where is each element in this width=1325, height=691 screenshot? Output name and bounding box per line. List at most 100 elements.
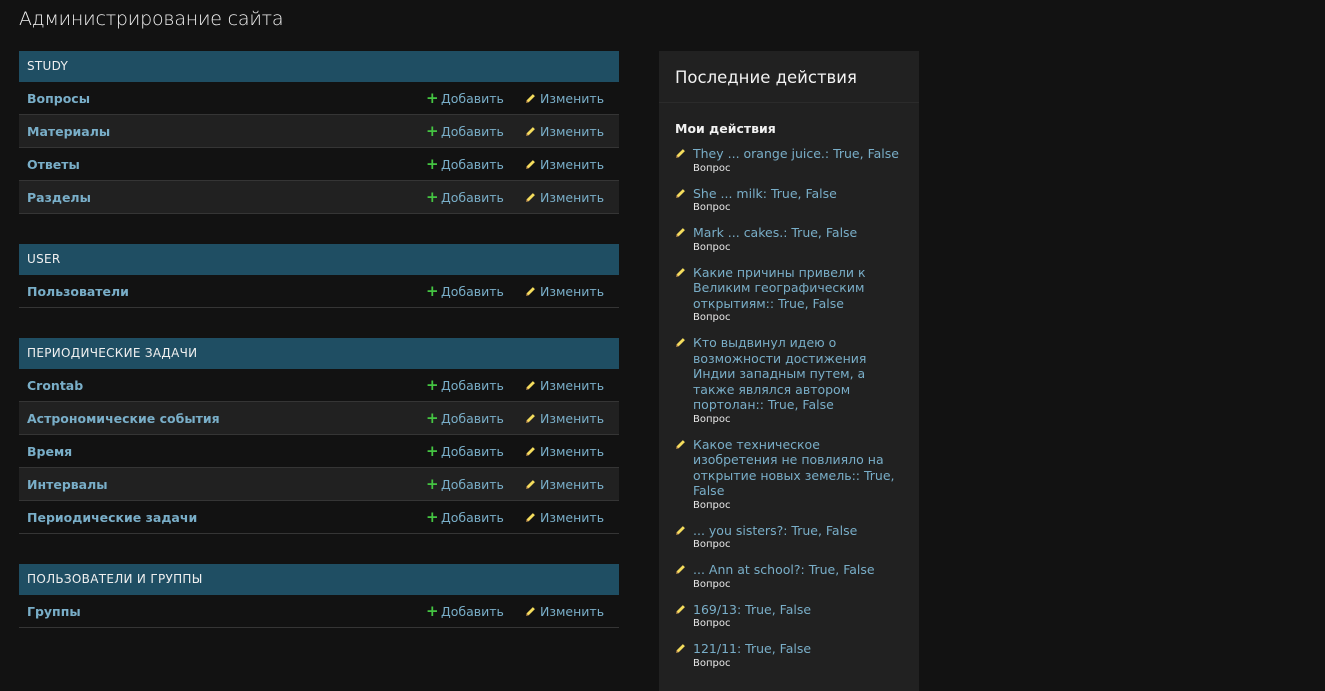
action-link[interactable]: 169/13: True, False <box>693 602 903 618</box>
pencil-icon <box>526 286 535 296</box>
add-button[interactable]: + Добавить <box>426 444 504 459</box>
model-row: Группы + Добавить Изменить <box>19 595 619 628</box>
change-button[interactable]: Изменить <box>525 91 604 106</box>
action-type: Вопрос <box>693 241 731 253</box>
change-button[interactable]: Изменить <box>525 124 604 139</box>
add-button[interactable]: + Добавить <box>426 477 504 492</box>
action-link[interactable]: Mark ... cakes.: True, False <box>693 225 903 241</box>
change-label: Изменить <box>540 410 605 426</box>
pencil-icon <box>526 93 535 103</box>
add-button[interactable]: + Добавить <box>426 284 504 299</box>
plus-icon: + <box>426 122 439 140</box>
model-link[interactable]: Время <box>27 444 72 459</box>
add-label: Добавить <box>441 123 504 139</box>
module-caption[interactable]: ПОЛЬЗОВАТЕЛИ И ГРУППЫ <box>19 564 619 595</box>
model-link[interactable]: Вопросы <box>27 91 90 106</box>
add-button[interactable]: + Добавить <box>426 411 504 426</box>
action-type: Вопрос <box>693 618 731 629</box>
my-actions-heading: Мои действия <box>675 121 776 136</box>
action-item: Какие причины привели к Великим географи… <box>675 265 903 323</box>
module-study: STUDY Вопросы + Добавить Изменить Материа… <box>19 51 619 214</box>
add-button[interactable]: + Добавить <box>426 124 504 139</box>
change-label: Изменить <box>540 156 605 172</box>
action-item: 121/11: True, False Вопрос <box>675 641 903 669</box>
model-row: Интервалы + Добавить Изменить <box>19 468 619 501</box>
change-label: Изменить <box>540 377 605 393</box>
pencil-icon <box>526 413 535 423</box>
plus-icon: + <box>426 188 439 206</box>
add-label: Добавить <box>441 90 504 106</box>
recent-actions-title: Последние действия <box>659 51 919 103</box>
plus-icon: + <box>426 155 439 173</box>
change-label: Изменить <box>540 283 605 299</box>
action-link[interactable]: Какое техническое изобретения не повлиял… <box>693 437 903 499</box>
add-label: Добавить <box>441 156 504 172</box>
model-link[interactable]: Разделы <box>27 190 91 205</box>
action-link[interactable]: 121/11: True, False <box>693 641 903 657</box>
plus-icon: + <box>426 376 439 394</box>
change-button[interactable]: Изменить <box>525 284 604 299</box>
module-caption[interactable]: ПЕРИОДИЧЕСКИЕ ЗАДАЧИ <box>19 338 619 369</box>
add-label: Добавить <box>441 410 504 426</box>
pencil-icon <box>676 267 685 277</box>
action-link[interactable]: Какие причины привели к Великим географи… <box>693 265 903 312</box>
model-link[interactable]: Crontab <box>27 378 83 393</box>
pencil-icon <box>526 606 535 616</box>
change-button[interactable]: Изменить <box>525 411 604 426</box>
add-button[interactable]: + Добавить <box>426 190 504 205</box>
plus-icon: + <box>426 442 439 460</box>
action-item: 169/13: True, False Вопрос <box>675 602 903 629</box>
change-button[interactable]: Изменить <box>525 510 604 525</box>
add-button[interactable]: + Добавить <box>426 378 504 393</box>
model-link[interactable]: Интервалы <box>27 477 108 492</box>
action-item: Mark ... cakes.: True, False Вопрос <box>675 225 903 253</box>
add-label: Добавить <box>441 509 504 525</box>
action-item: They ... orange juice.: True, False Вопр… <box>675 146 903 174</box>
model-link[interactable]: Ответы <box>27 157 80 172</box>
pencil-icon <box>526 512 535 522</box>
change-button[interactable]: Изменить <box>525 444 604 459</box>
add-label: Добавить <box>441 603 504 619</box>
add-label: Добавить <box>441 443 504 459</box>
change-button[interactable]: Изменить <box>525 378 604 393</box>
module-caption[interactable]: USER <box>19 244 619 275</box>
add-button[interactable]: + Добавить <box>426 510 504 525</box>
add-button[interactable]: + Добавить <box>426 604 504 619</box>
change-label: Изменить <box>540 476 605 492</box>
action-link[interactable]: She ... milk: True, False <box>693 186 903 202</box>
pencil-icon <box>676 188 685 198</box>
model-row: Пользователи + Добавить Изменить <box>19 275 619 308</box>
add-label: Добавить <box>441 476 504 492</box>
change-label: Изменить <box>540 603 605 619</box>
pencil-icon <box>676 565 685 574</box>
pencil-icon <box>526 192 535 202</box>
actions-list: They ... orange juice.: True, False Вопр… <box>659 146 919 669</box>
change-label: Изменить <box>540 90 605 106</box>
change-button[interactable]: Изменить <box>525 604 604 619</box>
action-link[interactable]: ... you sisters?: True, False <box>693 523 903 539</box>
pencil-icon <box>676 525 685 535</box>
action-link[interactable]: Кто выдвинул идею о возможности достижен… <box>693 335 903 413</box>
model-link[interactable]: Периодические задачи <box>27 510 197 525</box>
change-button[interactable]: Изменить <box>525 190 604 205</box>
model-link[interactable]: Группы <box>27 604 81 619</box>
action-link[interactable]: They ... orange juice.: True, False <box>693 146 903 162</box>
change-button[interactable]: Изменить <box>525 477 604 492</box>
model-link[interactable]: Астрономические события <box>27 411 220 426</box>
module-user: USER Пользователи + Добавить Изменить <box>19 244 619 308</box>
plus-icon: + <box>426 475 439 493</box>
pencil-icon <box>676 149 685 158</box>
action-link[interactable]: ... Ann at school?: True, False <box>693 562 903 578</box>
plus-icon: + <box>426 409 439 427</box>
action-item: Кто выдвинул идею о возможности достижен… <box>675 335 903 425</box>
add-label: Добавить <box>441 377 504 393</box>
change-label: Изменить <box>540 189 605 205</box>
change-label: Изменить <box>540 123 605 139</box>
module-caption[interactable]: STUDY <box>19 51 619 82</box>
model-link[interactable]: Материалы <box>27 124 110 139</box>
add-button[interactable]: + Добавить <box>426 157 504 172</box>
model-link[interactable]: Пользователи <box>27 284 129 299</box>
change-button[interactable]: Изменить <box>525 157 604 172</box>
add-button[interactable]: + Добавить <box>426 91 504 106</box>
action-type: Вопрос <box>693 657 731 669</box>
